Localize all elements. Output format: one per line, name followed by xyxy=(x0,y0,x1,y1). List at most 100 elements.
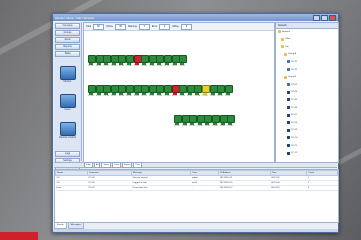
workstation-icon[interactable]: PC-28 xyxy=(194,85,203,97)
workstation-icon[interactable]: PC-40 xyxy=(227,115,236,127)
tree-node[interactable]: Group A xyxy=(284,52,296,56)
nav-button[interactable]: Overview xyxy=(55,23,80,29)
tree-node[interactable]: PC-10 xyxy=(287,136,297,140)
tree-node[interactable]: PC-06 xyxy=(287,106,297,109)
monitor-icon[interactable] xyxy=(59,66,76,80)
workstation-icon[interactable]: PC-14 xyxy=(88,85,96,97)
workstation-label: PC-29 xyxy=(202,94,208,97)
workstation-icon[interactable]: PC-03 xyxy=(103,55,112,67)
maximize-button[interactable] xyxy=(321,14,328,21)
workstation-icon[interactable]: PC-31 xyxy=(217,85,226,97)
computer-icon xyxy=(287,83,290,87)
workstation-row: PC-01 PC-02 PC-03 PC-04 PC-05 PC-06 PC-07 PC-08… xyxy=(88,55,188,67)
workstation-icon[interactable]: PC-07 xyxy=(133,55,142,67)
toolbar-button[interactable]: Clear xyxy=(111,162,122,168)
tree-node[interactable]: PC-11 xyxy=(287,144,297,147)
workstation-icon[interactable]: PC-38 xyxy=(211,115,220,127)
workstation-icon[interactable]: PC-39 xyxy=(219,115,228,127)
tree-node[interactable]: PC-01 xyxy=(287,60,298,64)
tab-events[interactable]: Events xyxy=(54,222,67,229)
remote-control-icon[interactable] xyxy=(59,122,76,136)
network-tree: Network Network Office Lab Group A PC-01 PC-0… xyxy=(275,22,339,163)
workstation-icon[interactable]: PC-05 xyxy=(118,55,127,67)
nav-button[interactable]: Tasks xyxy=(55,51,80,57)
workstation-icon[interactable]: PC-27 xyxy=(186,85,195,97)
workstation-icon[interactable]: PC-24 xyxy=(163,85,172,97)
workstation-icon[interactable]: PC-10 xyxy=(156,55,165,67)
tree-node[interactable]: PC-03 xyxy=(287,83,297,87)
tree-node-label: PC-01 xyxy=(291,60,298,63)
workstation-icon[interactable]: PC-36 xyxy=(196,115,205,127)
workstation-icon[interactable]: PC-16 xyxy=(103,85,112,97)
tree-node-label: Lab xyxy=(285,45,289,48)
nav-button[interactable]: Groups xyxy=(55,30,80,36)
tree-node[interactable]: Network xyxy=(278,30,290,33)
tree-node[interactable]: PC-02 xyxy=(287,68,297,71)
workstation-icon[interactable]: PC-29 xyxy=(201,85,210,97)
stat-label: Online xyxy=(106,25,113,28)
workstation-icon[interactable]: PC-08 xyxy=(141,55,150,67)
workstation-icon[interactable]: PC-04 xyxy=(110,55,119,67)
tree-node[interactable]: PC-08 xyxy=(287,121,298,125)
workstation-icon[interactable]: PC-06 xyxy=(125,55,134,67)
users-icon[interactable] xyxy=(59,94,76,108)
status-bar xyxy=(53,229,338,232)
tree-node[interactable]: Office xyxy=(281,37,291,41)
workstation-icon[interactable]: PC-20 xyxy=(133,85,142,97)
workstation-label: PC-27 xyxy=(187,94,193,97)
folder-icon xyxy=(278,30,281,33)
workstation-label: PC-20 xyxy=(134,94,140,97)
workstation-label: PC-38 xyxy=(212,124,218,127)
workstation-label: PC-10 xyxy=(156,64,162,67)
workstation-icon[interactable]: PC-30 xyxy=(209,85,218,97)
tree-node[interactable]: PC-07 xyxy=(287,113,298,117)
tree-node[interactable]: PC-05 xyxy=(287,98,297,102)
toolbar-button[interactable]: Export xyxy=(122,162,133,168)
workstation-icon[interactable]: PC-02 xyxy=(95,55,104,67)
workstation-icon[interactable]: PC-12 xyxy=(171,55,180,67)
workstation-label: PC-21 xyxy=(141,94,147,97)
stat-value: 9 xyxy=(181,23,192,30)
toolbar-button[interactable]: Print xyxy=(133,162,142,168)
brand-tag xyxy=(0,232,38,240)
workstation-icon[interactable]: PC-13 xyxy=(179,55,188,67)
workstation-icon[interactable]: PC-22 xyxy=(148,85,157,97)
workstation-icon[interactable]: PC-15 xyxy=(95,85,104,97)
minimize-button[interactable] xyxy=(313,14,320,21)
computer-icon xyxy=(287,151,290,155)
nav-button[interactable]: Alerts xyxy=(55,37,80,43)
workstation-icon[interactable]: PC-01 xyxy=(88,55,96,67)
toolbar-button[interactable]: Filter xyxy=(84,162,93,168)
table-row[interactable]: Error PC-07 Connection lost -192.168.0.17 09… xyxy=(55,185,338,191)
nav-button[interactable]: Reports xyxy=(55,44,80,50)
stat-label: Offline xyxy=(172,25,179,28)
workstation-icon[interactable]: PC-17 xyxy=(110,85,119,97)
nav-button[interactable]: Logs xyxy=(55,151,80,157)
toolbar-button[interactable]: Show xyxy=(101,162,111,168)
tree-node[interactable]: PC-04 xyxy=(287,90,297,94)
workstation-icon[interactable]: PC-26 xyxy=(179,85,188,97)
workstation-icon[interactable]: PC-21 xyxy=(141,85,150,97)
workstation-icon[interactable]: PC-25 xyxy=(171,85,180,97)
toolbar-button[interactable]: All xyxy=(93,162,101,168)
tree-node[interactable]: Group B xyxy=(284,75,296,79)
workstation-icon[interactable]: PC-09 xyxy=(148,55,157,67)
workstation-icon[interactable]: PC-19 xyxy=(125,85,134,97)
workstation-icon[interactable]: PC-33 xyxy=(174,115,182,127)
workstation-label: PC-17 xyxy=(111,94,117,97)
tab-messages[interactable]: Messages xyxy=(67,222,84,229)
close-button[interactable] xyxy=(329,14,336,21)
workstation-icon[interactable]: PC-11 xyxy=(163,55,172,67)
tree-node[interactable]: PC-09 xyxy=(287,128,297,132)
workstation-icon[interactable]: PC-35 xyxy=(189,115,198,127)
tree-node[interactable]: Lab xyxy=(281,45,289,49)
tree-node[interactable]: PC-12 xyxy=(287,151,297,155)
tree-node-label: PC-08 xyxy=(291,121,298,124)
workstation-icon[interactable]: PC-23 xyxy=(156,85,165,97)
stat-label: Error xyxy=(151,25,158,28)
workstation-icon[interactable]: PC-32 xyxy=(224,85,233,97)
workstation-icon[interactable]: PC-34 xyxy=(181,115,190,127)
workstation-icon[interactable]: PC-18 xyxy=(118,85,127,97)
workstation-icon[interactable]: PC-37 xyxy=(204,115,213,127)
tree-node-label: PC-07 xyxy=(291,114,298,117)
